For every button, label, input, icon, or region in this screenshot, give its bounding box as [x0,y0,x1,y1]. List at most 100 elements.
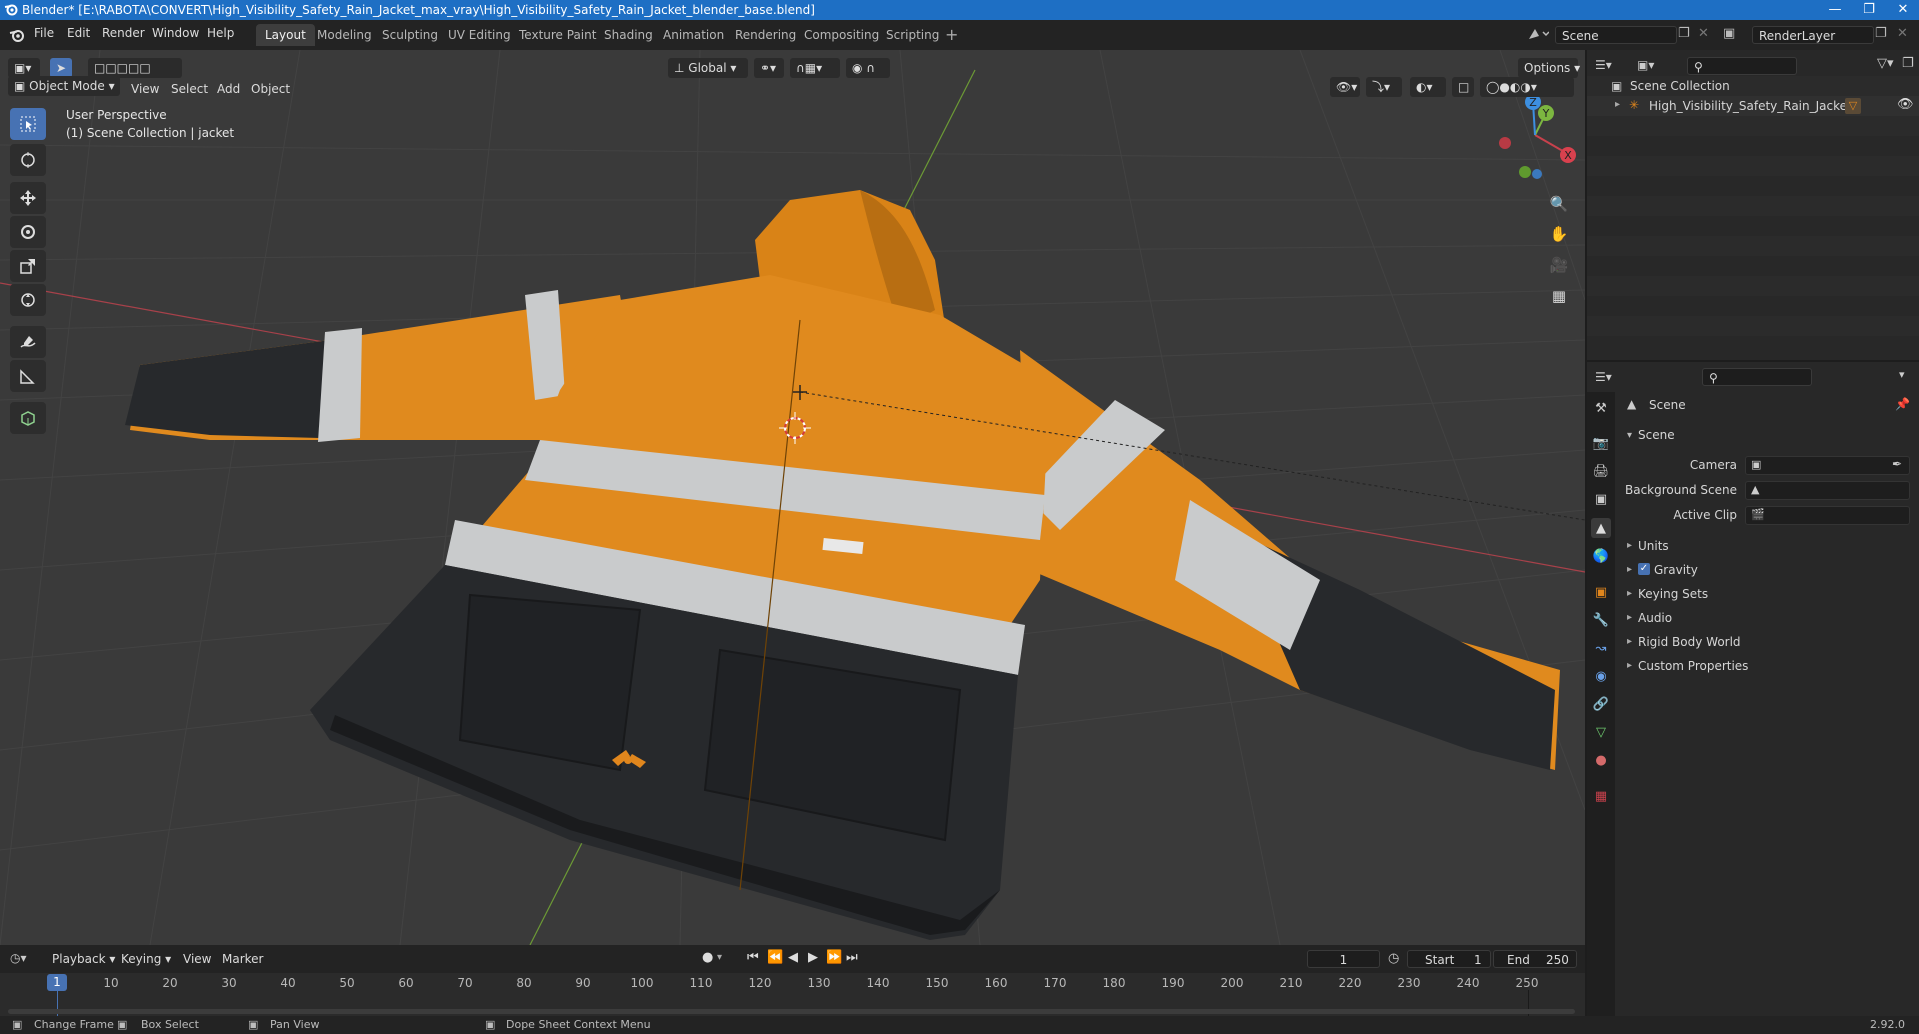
gravity-checkbox[interactable]: ✓ [1638,563,1650,575]
constraints-tab-icon[interactable]: 🔗 [1591,694,1611,714]
timeline-menu-keying[interactable]: Keying ▾ [121,952,171,966]
visibility-eye-icon[interactable]: 👁 [1897,97,1914,112]
outliner-editor-type-icon[interactable]: ☰▾ [1595,58,1612,72]
timeline-editor-type-icon[interactable]: ◷▾ [10,951,27,965]
editor-type-icon[interactable]: ▣▾ [8,58,40,78]
expand-arrow-icon[interactable]: ▸ [1627,660,1632,671]
record-keyframe-icon[interactable]: ● [702,950,713,965]
proportional-edit-icon[interactable]: ◉ ∩ [846,58,890,78]
expand-arrow-icon[interactable]: ▸ [1627,636,1632,647]
navigation-gizmo[interactable]: X Y Z [1499,94,1576,179]
tab-rendering[interactable]: Rendering [726,24,805,46]
jump-end-icon[interactable]: ⏭ [846,950,858,965]
viewport-menu-object[interactable]: Object [251,82,290,96]
tool-move[interactable] [10,182,46,214]
tab-texture-paint[interactable]: Texture Paint [510,24,605,46]
menu-edit[interactable]: Edit [67,26,90,40]
object-tab-icon[interactable]: ▣ [1591,582,1611,602]
expand-arrow-icon[interactable]: ▸ [1627,612,1632,623]
3d-viewport[interactable]: X Y Z [0,50,1585,945]
modifier-icon[interactable]: ▽ [1845,98,1861,114]
end-frame-field[interactable]: End 250 [1493,950,1577,968]
data-tab-icon[interactable]: ▽ [1591,722,1611,742]
properties-search-input[interactable]: ⚲ [1702,368,1812,386]
material-tab-icon[interactable]: ● [1591,750,1611,770]
menu-render[interactable]: Render [102,26,145,40]
viewport-menu-view[interactable]: View [131,82,159,96]
tool-scale[interactable] [10,250,46,282]
xray-icon[interactable]: □ [1452,77,1474,97]
add-workspace-icon[interactable]: + [945,25,958,44]
output-tab-icon[interactable]: 🖨 [1591,461,1611,481]
active-clip-field[interactable]: 🎬 [1745,506,1910,525]
jacket-model[interactable] [125,190,1560,940]
tool-measure[interactable] [10,360,46,392]
viewport-menu-select[interactable]: Select [171,82,208,96]
options-dropdown[interactable]: Options ▾ [1518,58,1580,78]
perspective-toggle-icon[interactable]: ▦ [1545,282,1573,310]
pan-hand-icon[interactable]: ✋ [1545,220,1573,248]
scene-tab-icon[interactable]: ▲ [1591,518,1611,538]
tab-uv-editing[interactable]: UV Editing [439,24,520,46]
renderlayer-name-field[interactable]: RenderLayer [1752,26,1874,44]
expand-arrow-icon[interactable]: ▸ [1627,540,1632,551]
timeline-menu-view[interactable]: View [183,952,211,966]
scene-name-field[interactable]: Scene [1555,26,1677,44]
viewport-menu-add[interactable]: Add [217,82,240,96]
tab-compositing[interactable]: Compositing [795,24,888,46]
view-layer-tab-icon[interactable]: ▣ [1591,489,1611,509]
duplicate-scene-icon[interactable]: ❐ [1678,26,1690,41]
start-frame-field[interactable]: Start 1 [1407,950,1491,968]
object-mode-dropdown[interactable]: ▣ Object Mode ▾ [8,76,120,96]
physics-tab-icon[interactable]: ◉ [1591,666,1611,686]
minimize-icon[interactable]: — [1818,0,1852,20]
scene-selector-icon[interactable] [1527,26,1550,45]
menu-window[interactable]: Window [152,26,199,40]
tool-cursor[interactable] [10,144,46,176]
play-reverse-icon[interactable]: ◀ [788,950,798,965]
camera-field[interactable]: ▣ ✒ [1745,456,1910,475]
menu-file[interactable]: File [34,26,54,40]
tab-scripting[interactable]: Scripting [877,24,948,46]
visibility-icon[interactable]: 👁▾ [1330,77,1360,97]
remove-scene-icon[interactable]: ✕ [1698,26,1709,41]
modifier-tab-icon[interactable]: 🔧 [1591,610,1611,630]
playhead-frame-indicator[interactable]: 1 [47,974,67,991]
eyedropper-icon[interactable]: ✒ [1892,457,1902,471]
expand-arrow-icon[interactable]: ▸ [1627,588,1632,599]
maximize-icon[interactable]: ❐ [1852,0,1886,20]
current-frame-field[interactable]: 1 [1307,950,1380,968]
camera-view-icon[interactable]: 🎥 [1545,251,1573,279]
remove-renderlayer-icon[interactable]: ✕ [1897,26,1908,41]
timeline-menu-playback[interactable]: Playback ▾ [52,952,115,966]
tab-shading[interactable]: Shading [595,24,662,46]
tab-animation[interactable]: Animation [654,24,733,46]
tab-modeling[interactable]: Modeling [308,24,381,46]
expand-arrow-icon[interactable]: ▸ [1627,564,1632,575]
shading-mode-icons[interactable]: ◯●◐◑▾ [1480,77,1574,97]
next-keyframe-icon[interactable]: ⏩ [826,950,842,965]
snap-icon[interactable]: ∩▦▾ [790,58,840,78]
selection-modes-icon[interactable]: □□□□□ [88,58,182,78]
outliner-row-scene-collection[interactable]: ▣ Scene Collection [1587,76,1919,96]
tool-add-cube[interactable] [10,402,46,434]
tab-layout[interactable]: Layout [256,24,315,46]
scene-section-header[interactable]: Scene [1638,428,1675,442]
timeline-scrollbar[interactable] [8,1009,1575,1014]
properties-editor-type-icon[interactable]: ☰▾ [1595,370,1612,384]
blender-menu-icon[interactable] [9,27,25,46]
tab-sculpting[interactable]: Sculpting [373,24,447,46]
particles-tab-icon[interactable]: ↝ [1591,638,1611,658]
select-mode-icon[interactable]: ➤ [50,58,72,78]
pivot-point-icon[interactable]: ⚭▾ [754,58,784,78]
properties-options-icon[interactable]: ▾ [1899,368,1905,381]
tool-rotate[interactable] [10,216,46,248]
outliner-row-jacket[interactable]: ▸ ✳ High_Visibility_Safety_Rain_Jacket ▽… [1587,96,1919,116]
render-tab-icon[interactable]: 📷 [1591,433,1611,453]
duplicate-renderlayer-icon[interactable]: ❐ [1875,26,1887,41]
world-tab-icon[interactable]: 🌎 [1591,546,1611,566]
overlays-icon[interactable]: ◐▾ [1410,77,1446,97]
collapse-arrow-icon[interactable]: ▾ [1627,430,1632,441]
background-scene-field[interactable]: ▲ [1745,481,1910,500]
auto-key-dropdown-icon[interactable]: ▾ [717,952,722,963]
